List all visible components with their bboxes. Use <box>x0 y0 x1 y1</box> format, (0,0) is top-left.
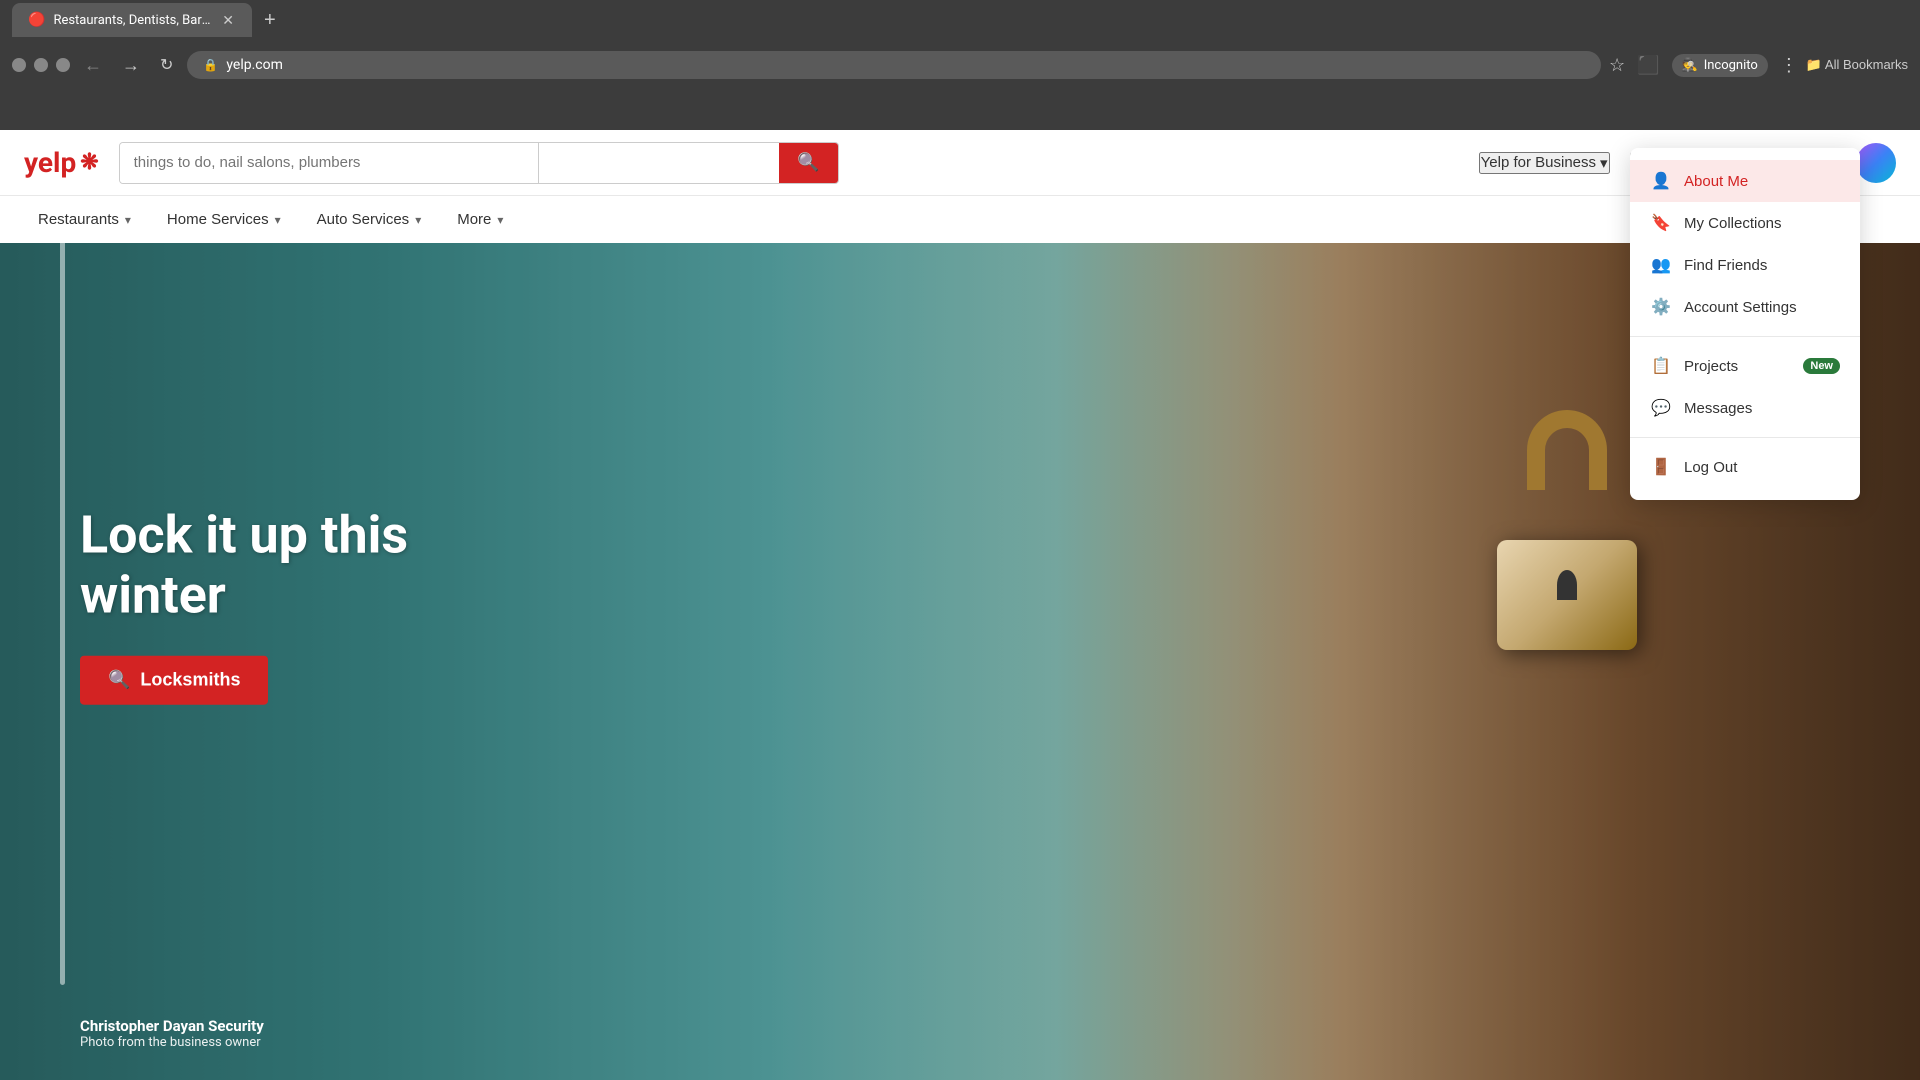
lock-body <box>1497 540 1637 650</box>
menu-section-tools: 📋 Projects New 💬 Messages <box>1630 336 1860 433</box>
window-controls <box>12 58 70 72</box>
user-avatar-button[interactable] <box>1856 143 1896 183</box>
collections-icon: 🔖 <box>1650 212 1672 234</box>
user-dropdown-menu: 👤 About Me 🔖 My Collections 👥 Find Frien… <box>1630 148 1860 500</box>
home-services-label: Home Services <box>167 211 269 228</box>
hero-title-line2: winter <box>80 565 226 626</box>
hero-caption-subtitle: Photo from the business owner <box>80 1035 264 1050</box>
window-maximize-button[interactable] <box>56 58 70 72</box>
locksmiths-cta-button[interactable]: 🔍 Locksmiths <box>80 655 268 704</box>
my-collections-menu-item[interactable]: 🔖 My Collections <box>1630 202 1860 244</box>
yelp-for-business-button[interactable]: Yelp for Business ▾ <box>1479 152 1610 174</box>
menu-section-profile: 👤 About Me 🔖 My Collections 👥 Find Frien… <box>1630 156 1860 332</box>
address-bar[interactable]: 🔒 yelp.com <box>187 51 1601 79</box>
search-icon: 🔍 <box>797 152 819 173</box>
auto-services-label: Auto Services <box>317 211 410 228</box>
restaurants-chevron-icon: ▾ <box>125 213 131 227</box>
messages-label: Messages <box>1684 400 1752 417</box>
yelp-logo[interactable]: yelp❋ <box>24 146 99 179</box>
ssl-lock-icon: 🔒 <box>203 58 218 72</box>
find-friends-menu-item[interactable]: 👥 Find Friends <box>1630 244 1860 286</box>
url-display: yelp.com <box>226 57 283 73</box>
lock-visual <box>1467 480 1667 730</box>
log-out-icon: 🚪 <box>1650 456 1672 478</box>
more-label: More <box>457 211 491 228</box>
my-collections-label: My Collections <box>1684 215 1782 232</box>
menu-section-logout: 🚪 Log Out <box>1630 437 1860 492</box>
refresh-button[interactable]: ↻ <box>154 51 179 79</box>
locksmiths-label: Locksmiths <box>140 669 240 690</box>
restaurants-nav-item[interactable]: Restaurants ▾ <box>24 196 145 244</box>
search-bar: San Francisco, CA 🔍 <box>119 142 839 184</box>
projects-new-badge: New <box>1803 358 1840 374</box>
find-friends-icon: 👥 <box>1650 254 1672 276</box>
window-close-button[interactable] <box>12 58 26 72</box>
bookmark-icon[interactable]: ☆ <box>1609 55 1625 76</box>
about-me-label: About Me <box>1684 173 1748 190</box>
yelp-logo-text: yelp <box>24 146 76 179</box>
cast-icon[interactable]: ⬛ <box>1637 55 1659 76</box>
hero-title-line1: Lock it up this <box>80 505 408 566</box>
hero-caption-business-name: Christopher Dayan Security <box>80 1017 264 1035</box>
back-button[interactable]: ← <box>78 51 108 80</box>
log-out-label: Log Out <box>1684 459 1737 476</box>
messages-menu-item[interactable]: 💬 Messages <box>1630 387 1860 429</box>
tab-favicon: 🔴 <box>28 12 45 28</box>
more-chevron-icon: ▾ <box>497 213 503 227</box>
search-what-input[interactable] <box>120 143 540 183</box>
menu-dots-icon[interactable]: ⋮ <box>1780 55 1798 76</box>
hero-content: Lock it up this winter 🔍 Locksmiths <box>80 506 408 705</box>
tabs-bar: 🔴 Restaurants, Dentists, Bars, Bea... ✕ … <box>0 0 1920 40</box>
log-out-menu-item[interactable]: 🚪 Log Out <box>1630 446 1860 488</box>
hero-caption: Christopher Dayan Security Photo from th… <box>80 1017 264 1050</box>
active-tab[interactable]: 🔴 Restaurants, Dentists, Bars, Bea... ✕ <box>12 3 252 37</box>
search-submit-button[interactable]: 🔍 <box>779 143 837 183</box>
browser-controls: ← → ↻ 🔒 yelp.com ☆ ⬛ 🕵 Incognito ⋮ 📁 All… <box>0 40 1920 90</box>
about-me-icon: 👤 <box>1650 170 1672 192</box>
hero-title: Lock it up this winter <box>80 506 408 626</box>
incognito-label: Incognito <box>1704 58 1758 73</box>
home-services-nav-item[interactable]: Home Services ▾ <box>153 196 295 244</box>
account-settings-label: Account Settings <box>1684 299 1797 316</box>
messages-icon: 💬 <box>1650 397 1672 419</box>
auto-services-nav-item[interactable]: Auto Services ▾ <box>303 196 436 244</box>
yelp-for-business-chevron-icon: ▾ <box>1600 154 1608 172</box>
home-services-chevron-icon: ▾ <box>275 213 281 227</box>
bookmarks-label: All Bookmarks <box>1825 57 1908 72</box>
projects-label: Projects <box>1684 358 1738 375</box>
browser-chrome: 🔴 Restaurants, Dentists, Bars, Bea... ✕ … <box>0 0 1920 130</box>
new-tab-button[interactable]: + <box>256 5 284 36</box>
settings-icon: ⚙️ <box>1650 296 1672 318</box>
find-friends-label: Find Friends <box>1684 257 1767 274</box>
restaurants-label: Restaurants <box>38 211 119 228</box>
search-where-input[interactable]: San Francisco, CA <box>539 143 779 183</box>
window-minimize-button[interactable] <box>34 58 48 72</box>
all-bookmarks-button[interactable]: 📁 All Bookmarks <box>1806 57 1908 73</box>
about-me-menu-item[interactable]: 👤 About Me <box>1630 160 1860 202</box>
tab-title: Restaurants, Dentists, Bars, Bea... <box>53 13 212 28</box>
tab-close-button[interactable]: ✕ <box>220 12 236 29</box>
locksmiths-search-icon: 🔍 <box>108 669 130 690</box>
yelp-burst-icon: ❋ <box>80 150 98 175</box>
lock-shackle <box>1527 410 1607 490</box>
browser-actions: ☆ ⬛ 🕵 Incognito ⋮ <box>1609 54 1798 77</box>
forward-button[interactable]: → <box>116 51 146 80</box>
incognito-badge: 🕵 Incognito <box>1672 54 1768 77</box>
projects-menu-icon: 📋 <box>1650 355 1672 377</box>
incognito-icon: 🕵 <box>1682 58 1698 73</box>
bookmarks-folder-icon: 📁 <box>1806 57 1822 72</box>
projects-menu-item[interactable]: 📋 Projects New <box>1630 345 1860 387</box>
lock-keyhole <box>1557 570 1577 600</box>
account-settings-menu-item[interactable]: ⚙️ Account Settings <box>1630 286 1860 328</box>
yelp-for-business-label: Yelp for Business <box>1481 154 1596 171</box>
more-nav-item[interactable]: More ▾ <box>443 196 517 244</box>
auto-services-chevron-icon: ▾ <box>415 213 421 227</box>
hero-accent-bar <box>60 225 65 985</box>
page-content: yelp❋ San Francisco, CA 🔍 Yelp for Busin… <box>0 130 1920 1080</box>
